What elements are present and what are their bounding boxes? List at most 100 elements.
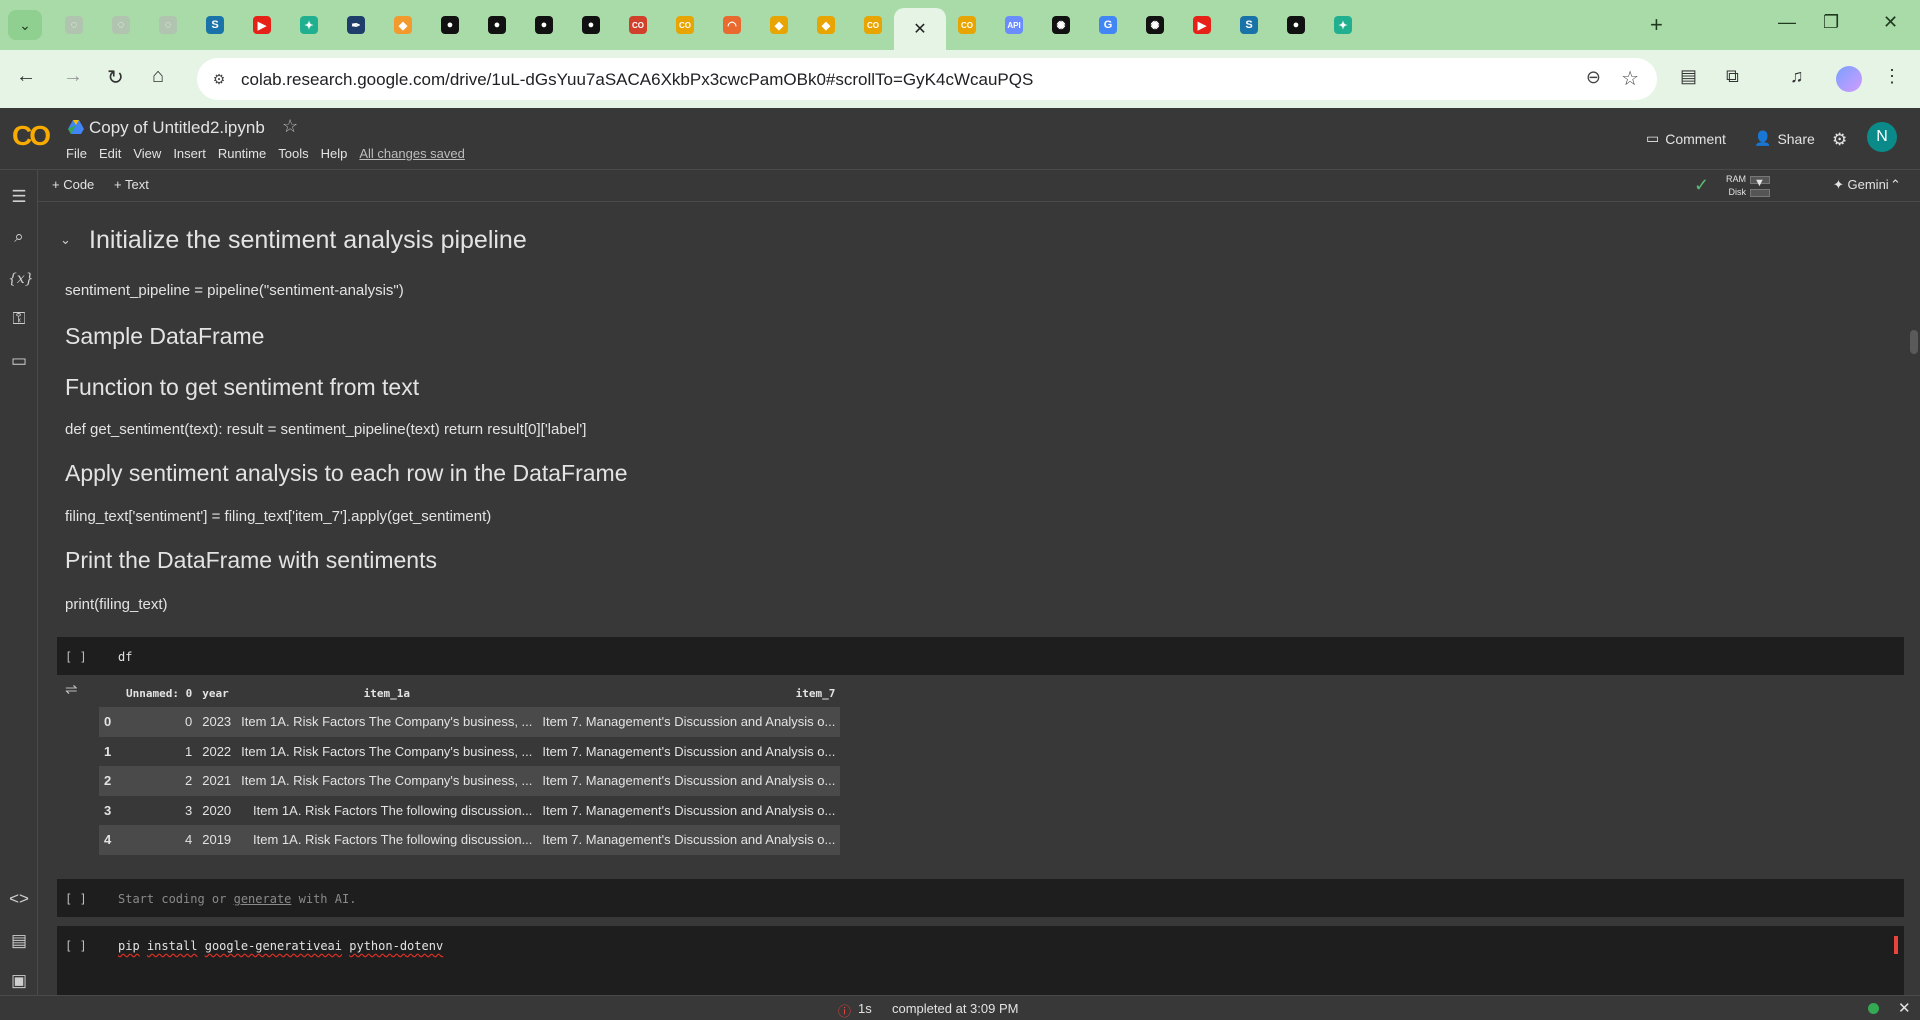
add-text-button[interactable]: + Text — [114, 177, 149, 192]
run-cell-button[interactable]: [ ] — [65, 892, 87, 906]
share-button[interactable]: 👤 Share — [1754, 130, 1815, 147]
add-code-button[interactable]: + Code — [52, 177, 94, 192]
forward-icon[interactable]: → — [63, 65, 83, 88]
browser-tab[interactable]: CO — [659, 8, 711, 42]
completion-status[interactable]: completed at 3:09 PM — [892, 1001, 1018, 1016]
close-tab-icon[interactable]: ✕ — [913, 19, 926, 39]
menu-insert[interactable]: Insert — [173, 146, 206, 161]
browser-tab[interactable]: API — [988, 8, 1040, 42]
menu-file[interactable]: File — [66, 146, 87, 161]
browser-tab-active[interactable]: ✕ — [894, 8, 946, 50]
menu-help[interactable]: Help — [321, 146, 348, 161]
star-notebook-icon[interactable]: ☆ — [282, 116, 298, 137]
close-status-icon[interactable]: ✕ — [1898, 999, 1911, 1017]
table-cell: Item 7. Management's Discussion and Anal… — [537, 707, 841, 737]
code-cell[interactable]: [ ] Start coding or generate with AI. — [57, 879, 1904, 917]
url-text[interactable]: colab.research.google.com/drive/1uL-dGsY… — [241, 70, 1033, 90]
browser-tab[interactable]: CO — [941, 8, 993, 42]
error-circle-icon[interactable]: ⓘ — [838, 1001, 851, 1020]
table-row: 0 0 2023 Item 1A. Risk Factors The Compa… — [99, 707, 841, 737]
browser-tab[interactable]: ▶ — [236, 8, 288, 42]
browser-tab[interactable]: ● — [1270, 8, 1322, 42]
minimize-icon[interactable]: — — [1778, 12, 1796, 33]
code-snippets-icon[interactable]: <> — [8, 888, 30, 910]
notebook-title[interactable]: Copy of Untitled2.ipynb — [89, 118, 265, 138]
vertical-scrollbar[interactable] — [1910, 330, 1918, 354]
browser-tab[interactable]: ◆ — [377, 8, 429, 42]
menu-tools[interactable]: Tools — [278, 146, 308, 161]
browser-tab[interactable]: ✒ — [330, 8, 382, 42]
menu-view[interactable]: View — [133, 146, 161, 161]
user-avatar[interactable]: N — [1867, 122, 1897, 152]
colab-logo[interactable]: CO — [12, 120, 51, 152]
cell-source[interactable]: df — [118, 650, 132, 664]
files-folder-icon[interactable]: ▭ — [8, 350, 30, 372]
browser-tab[interactable]: S — [189, 8, 241, 42]
run-cell-button[interactable]: [ ] — [65, 939, 87, 953]
command-palette-icon[interactable]: ▤ — [8, 930, 30, 952]
tab-favicon-github-icon: ● — [582, 16, 600, 34]
browser-tab[interactable]: ◆ — [800, 8, 852, 42]
browser-tab[interactable]: ▶ — [1176, 8, 1228, 42]
new-tab-button[interactable]: + — [1650, 12, 1663, 38]
browser-tab[interactable]: S — [1223, 8, 1275, 42]
browser-tab[interactable]: ◌ — [48, 8, 100, 42]
browser-tab[interactable]: CO — [847, 8, 899, 42]
reload-icon[interactable]: ↻ — [107, 65, 124, 90]
text-cell-line: def get_sentiment(text): result = sentim… — [65, 421, 587, 438]
window-close-icon[interactable]: ✕ — [1883, 12, 1898, 33]
generate-link[interactable]: generate — [234, 892, 292, 906]
browser-tab[interactable]: ● — [565, 8, 617, 42]
browser-tab[interactable]: G — [1082, 8, 1134, 42]
placeholder-text: Start coding or — [118, 892, 234, 906]
address-bar[interactable]: ⚙ colab.research.google.com/drive/1uL-dG… — [197, 58, 1657, 100]
comment-button[interactable]: ▭ Comment — [1646, 130, 1726, 147]
browser-tab[interactable]: ◌ — [142, 8, 194, 42]
site-info-icon[interactable]: ⚙ — [209, 69, 229, 89]
table-of-contents-icon[interactable]: ☰ — [8, 186, 30, 208]
terminal-icon[interactable]: ▣ — [8, 970, 30, 992]
secrets-key-icon[interactable]: ⚿ — [8, 308, 30, 330]
variables-icon[interactable]: {x} — [8, 268, 34, 290]
settings-gear-icon[interactable]: ⚙ — [1832, 130, 1847, 150]
disk-label: Disk — [1728, 187, 1747, 197]
output-actions-icon[interactable]: ⇌ — [65, 680, 78, 698]
browser-tab[interactable]: ● — [471, 8, 523, 42]
menu-runtime[interactable]: Runtime — [218, 146, 266, 161]
gemini-button[interactable]: ✦ Gemini — [1833, 177, 1889, 193]
browser-tab[interactable]: ✦ — [283, 8, 335, 42]
browser-tab[interactable]: ✺ — [1035, 8, 1087, 42]
collapse-header-icon[interactable]: ⌃ — [1890, 177, 1901, 193]
bookmark-star-icon[interactable]: ☆ — [1621, 66, 1639, 91]
reading-list-icon[interactable]: ▤ — [1680, 66, 1697, 87]
restore-icon[interactable]: ❐ — [1823, 12, 1839, 33]
execution-time[interactable]: 1s — [858, 1001, 872, 1016]
save-status[interactable]: All changes saved — [359, 146, 465, 161]
search-icon[interactable]: ⌕ — [8, 226, 30, 248]
back-icon[interactable]: ← — [16, 65, 36, 88]
zoom-icon[interactable]: ⊖ — [1586, 67, 1601, 88]
browser-tab[interactable]: ◆ — [753, 8, 805, 42]
cell-source[interactable]: pip install google-generativeai python-d… — [118, 939, 443, 953]
code-cell[interactable]: [ ] df — [57, 637, 1904, 675]
menu-edit[interactable]: Edit — [99, 146, 121, 161]
run-cell-button[interactable]: [ ] — [65, 650, 87, 664]
tab-search-dropdown[interactable]: ⌄ — [8, 10, 42, 40]
browser-profile-avatar[interactable] — [1836, 66, 1862, 92]
section-collapse-icon[interactable]: ⌄ — [60, 232, 71, 248]
browser-tab[interactable]: CO — [612, 8, 664, 42]
browser-tab[interactable]: ● — [424, 8, 476, 42]
browser-menu-icon[interactable]: ⋮ — [1883, 66, 1901, 87]
extensions-icon[interactable]: ⧉ — [1726, 66, 1739, 87]
table-cell: Item 1A. Risk Factors The following disc… — [236, 795, 538, 825]
browser-tab[interactable]: ✺ — [1129, 8, 1181, 42]
runtime-dropdown-icon[interactable]: ▼ — [1754, 177, 1765, 189]
browser-tab[interactable]: ◠ — [706, 8, 758, 42]
home-icon[interactable]: ⌂ — [152, 65, 164, 88]
browser-tab[interactable]: ✦ — [1317, 8, 1369, 42]
browser-tab[interactable]: ● — [518, 8, 570, 42]
cell-placeholder[interactable]: Start coding or generate with AI. — [118, 892, 356, 906]
code-cell[interactable]: [ ] pip install google-generativeai pyth… — [57, 926, 1904, 995]
browser-tab[interactable]: ◌ — [95, 8, 147, 42]
media-control-icon[interactable]: ♫ — [1790, 66, 1804, 87]
